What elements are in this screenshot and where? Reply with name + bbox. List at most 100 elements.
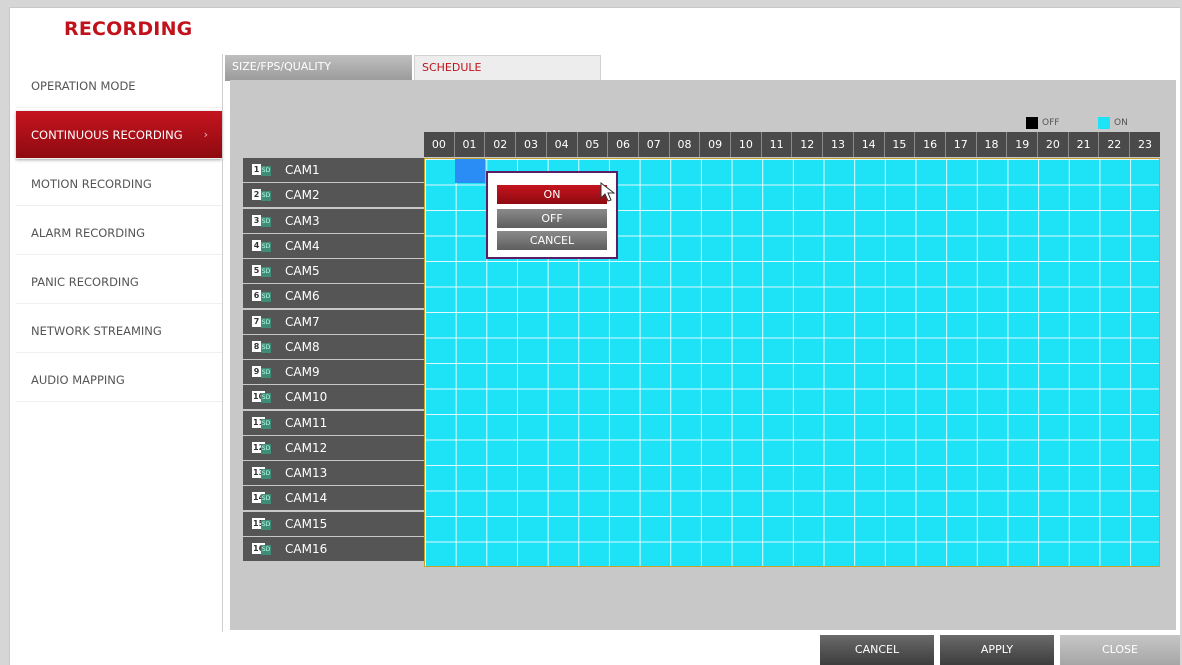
camera-row[interactable]: 8 SD CAM8 (243, 334, 424, 359)
camera-name: CAM3 (285, 213, 320, 228)
sd-badge: SD (261, 267, 271, 277)
sidebar-item-audio-mapping[interactable]: AUDIO MAPPING (16, 358, 222, 402)
hour-label-23: 23 (1138, 138, 1153, 151)
camera-row[interactable]: 5 SD CAM5 (243, 259, 424, 283)
camera-name: CAM14 (285, 491, 328, 506)
legend-on-swatch (1098, 117, 1110, 129)
camera-icon: 15 SD (252, 517, 273, 530)
legend-on-label: ON (1114, 118, 1128, 128)
schedule-popup: ON OFF CANCEL (486, 171, 618, 259)
camera-number: 1 (252, 164, 261, 175)
camera-name: CAM7 (285, 314, 320, 329)
selected-cell[interactable] (455, 159, 485, 183)
hour-label-10: 10 (731, 132, 762, 157)
sidebar-item-label: CONTINUOUS RECORDING (31, 128, 183, 142)
camera-number: 6 (252, 290, 261, 302)
apply-button[interactable]: APPLY (940, 635, 1054, 665)
camera-row[interactable]: 10 SD CAM10 (243, 385, 424, 410)
sd-badge: SD (261, 166, 271, 176)
camera-number: 7 (252, 315, 261, 327)
camera-icon: 12 SD (252, 441, 273, 454)
sidebar-item-network-streaming[interactable]: NETWORK STREAMING (16, 309, 222, 353)
hour-label-16: 16 (915, 132, 946, 157)
camera-number: 2 (252, 189, 261, 201)
sidebar-item-operation-mode[interactable]: OPERATION MODE (16, 64, 222, 108)
sidebar-item-label: MOTION RECORDING (31, 177, 152, 191)
camera-icon: 7 SD (252, 315, 273, 328)
camera-icon: 2 SD (252, 189, 273, 202)
hour-label-20: 20 (1038, 132, 1069, 157)
camera-name: CAM13 (285, 466, 328, 480)
sidebar-menu: OPERATION MODE CONTINUOUS RECORDING › MOT… (16, 64, 222, 407)
schedule-panel: OFF ON 00 01 02 03 04 05 06 07 08 09 10 11 12 13 14 15 1… (230, 80, 1176, 630)
camera-row[interactable]: 3 SD CAM3 (243, 208, 424, 233)
sidebar-item-panic-recording[interactable]: PANIC RECORDING (16, 260, 222, 304)
camera-name: CAM2 (285, 188, 320, 203)
camera-row[interactable]: 1 SD CAM1 (243, 158, 424, 182)
sidebar-item-label: OPERATION MODE (31, 79, 136, 93)
camera-icon: 8 SD (252, 340, 273, 353)
sd-badge: SD (261, 191, 271, 202)
camera-name: CAM9 (285, 365, 320, 379)
hour-label-02: 02 (485, 132, 517, 157)
sidebar-item-label: ALARM RECORDING (31, 226, 146, 240)
camera-icon: 10 SD (252, 391, 273, 404)
hour-label-03: 03 (516, 132, 547, 157)
divider (222, 54, 223, 632)
sidebar-item-label: NETWORK STREAMING (31, 324, 162, 338)
camera-icon: 4 SD (252, 239, 273, 252)
sd-badge: SD (261, 418, 271, 429)
camera-row[interactable]: 15 SD CAM15 (243, 511, 424, 536)
hour-label-19: 19 (1007, 132, 1039, 157)
camera-icon: 1 SD (252, 164, 273, 176)
camera-number: 3 (252, 214, 261, 226)
hour-label-00: 00 (424, 132, 455, 157)
hour-label-22: 22 (1099, 132, 1131, 157)
sd-badge: SD (261, 469, 271, 479)
cancel-button[interactable]: CANCEL (820, 635, 934, 665)
camera-row[interactable]: 12 SD CAM12 (243, 435, 424, 460)
hour-label-08: 08 (670, 132, 701, 157)
camera-row[interactable]: 6 SD CAM6 (243, 284, 424, 309)
camera-row[interactable]: 11 SD CAM11 (243, 410, 424, 435)
hour-header: 00 01 02 03 04 05 06 07 08 09 10 11 12 13 14 15 16 17 18 19… (424, 132, 1160, 157)
camera-icon: 5 SD (252, 265, 273, 277)
camera-icon: 3 SD (252, 214, 273, 227)
camera-name: CAM5 (285, 264, 320, 278)
camera-name: CAM4 (285, 238, 320, 253)
sd-badge: SD (261, 443, 271, 454)
camera-row[interactable]: 14 SD CAM14 (243, 486, 424, 511)
sd-badge: SD (261, 342, 271, 353)
sd-badge: SD (261, 544, 271, 555)
hour-label-17: 17 (946, 132, 977, 157)
hour-label-13: 13 (823, 132, 854, 157)
popup-cancel-button[interactable]: CANCEL (497, 231, 607, 250)
hour-label-14: 14 (854, 132, 885, 157)
camera-row[interactable]: 16 SD CAM16 (243, 536, 424, 561)
camera-row[interactable]: 4 SD CAM4 (243, 233, 424, 258)
hour-label-04: 04 (547, 132, 578, 157)
sd-badge: SD (261, 216, 271, 227)
sd-badge: SD (261, 317, 271, 328)
tab-schedule[interactable]: SCHEDULE (414, 55, 601, 81)
sidebar-item-continuous-recording[interactable]: CONTINUOUS RECORDING › (16, 111, 222, 159)
tab-size-fps-quality[interactable]: SIZE/FPS/QUALITY (225, 55, 412, 81)
camera-row[interactable]: 2 SD CAM2 (243, 183, 424, 208)
sidebar-item-label: PANIC RECORDING (31, 275, 139, 289)
camera-name: CAM10 (285, 390, 328, 405)
chevron-right-icon: › (203, 128, 208, 141)
popup-off-button[interactable]: OFF (497, 209, 607, 228)
sidebar-item-motion-recording[interactable]: MOTION RECORDING (16, 162, 222, 206)
close-button[interactable]: CLOSE (1060, 635, 1180, 665)
camera-icon: 16 SD (252, 542, 273, 555)
hour-label-12: 12 (792, 132, 824, 157)
camera-row[interactable]: 9 SD CAM9 (243, 360, 424, 384)
popup-on-button[interactable]: ON (497, 185, 607, 204)
mouse-pointer-icon (600, 182, 616, 202)
camera-row[interactable]: 7 SD CAM7 (243, 309, 424, 334)
sidebar-item-alarm-recording[interactable]: ALARM RECORDING (16, 211, 222, 255)
camera-row[interactable]: 13 SD CAM13 (243, 461, 424, 485)
hour-label-05: 05 (578, 132, 609, 157)
hour-label-06: 06 (608, 132, 639, 157)
camera-name: CAM6 (285, 289, 320, 304)
